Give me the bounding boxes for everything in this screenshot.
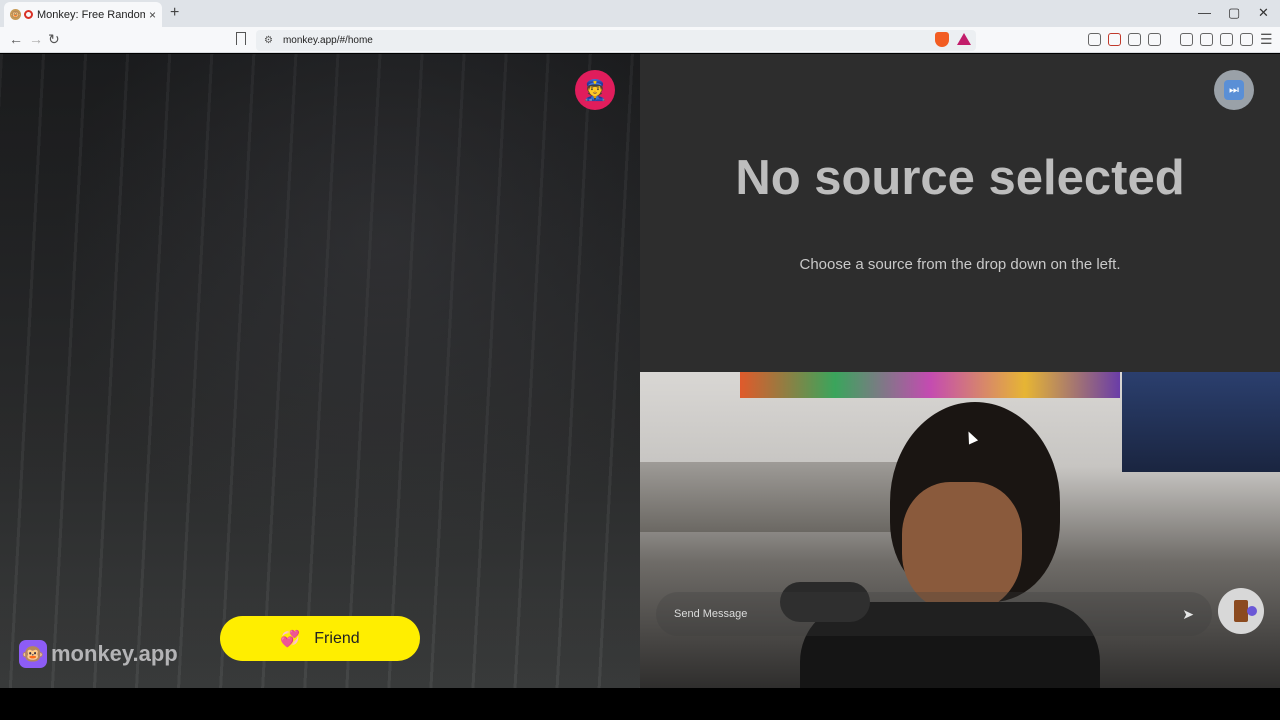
media-icon[interactable] — [1148, 33, 1161, 46]
tab-strip: 🐵 Monkey: Free Random Video Chat × + — ▢… — [0, 0, 1280, 27]
browser-tab[interactable]: 🐵 Monkey: Free Random Video Chat × — [4, 2, 162, 27]
menu-icon[interactable]: ☰ — [1260, 31, 1273, 48]
no-source-subtitle: Choose a source from the drop down on th… — [799, 256, 1121, 273]
skip-button[interactable]: ⏭ — [1214, 70, 1254, 110]
no-source-title: No source selected — [735, 151, 1185, 205]
forward-button[interactable]: → — [29, 31, 43, 47]
brave-shields-icon[interactable] — [935, 32, 949, 47]
monkey-app-page: 👮 🐵 monkey.app 💞 Friend ⏭ No source sele… — [0, 54, 1280, 688]
wallet-icon[interactable] — [1200, 33, 1213, 46]
tab-close-icon[interactable]: × — [149, 8, 156, 22]
brave-rewards-icon[interactable] — [957, 33, 971, 45]
reload-button[interactable]: ↻ — [48, 31, 60, 48]
new-tab-button[interactable]: + — [170, 4, 179, 22]
vpn-icon[interactable] — [1240, 33, 1253, 46]
site-info-icon[interactable]: ⚙ — [264, 35, 273, 46]
logo-text: monkey.app — [51, 641, 178, 666]
background-monitors — [1122, 372, 1280, 472]
remote-webcam-feed: Send Message ➤ — [640, 372, 1280, 688]
bookmark-icon[interactable] — [236, 32, 246, 45]
tab-title: Monkey: Free Random Video Chat — [37, 8, 145, 21]
address-bar[interactable]: ⚙ monkey.app/#/home — [256, 30, 976, 51]
report-button[interactable]: 👮 — [575, 70, 615, 110]
recording-indicator-icon — [24, 10, 33, 19]
message-input[interactable]: Send Message ➤ — [656, 592, 1212, 636]
monkey-favicon-icon: 🐵 — [10, 9, 21, 20]
monkey-face-icon: 🐵 — [19, 640, 47, 668]
friend-button[interactable]: 💞 Friend — [220, 616, 420, 661]
extension-b-icon[interactable] — [1108, 33, 1121, 46]
url-text: monkey.app/#/home — [282, 35, 373, 46]
police-officer-icon: 👮 — [582, 79, 608, 102]
local-video-feed: 👮 🐵 monkey.app 💞 Friend — [0, 54, 640, 688]
remote-video-placeholder: ⏭ No source selected Choose a source fro… — [640, 54, 1280, 372]
close-window-button[interactable]: ✕ — [1258, 5, 1269, 21]
leave-button[interactable] — [1218, 588, 1264, 634]
sidebar-icon[interactable] — [1180, 33, 1193, 46]
back-button[interactable]: ← — [9, 31, 23, 47]
heart-icon: 💞 — [280, 630, 301, 648]
monkey-logo: 🐵 monkey.app — [19, 640, 178, 668]
extensions-puzzle-icon[interactable] — [1128, 33, 1141, 46]
message-placeholder[interactable]: Send Message — [674, 608, 1182, 620]
friend-button-label: Friend — [314, 629, 360, 647]
wall-banner — [740, 372, 1120, 398]
extension-icon[interactable] — [1088, 33, 1101, 46]
leo-ai-icon[interactable] — [1220, 33, 1233, 46]
browser-toolbar: ← → ↻ ⚙ monkey.app/#/home ☰ — [0, 27, 1280, 53]
door-exit-icon — [1234, 600, 1257, 622]
send-icon[interactable]: ➤ — [1182, 606, 1194, 623]
restore-button[interactable]: ▢ — [1228, 5, 1240, 21]
minimize-button[interactable]: — — [1198, 5, 1211, 20]
next-track-icon: ⏭ — [1224, 80, 1244, 100]
